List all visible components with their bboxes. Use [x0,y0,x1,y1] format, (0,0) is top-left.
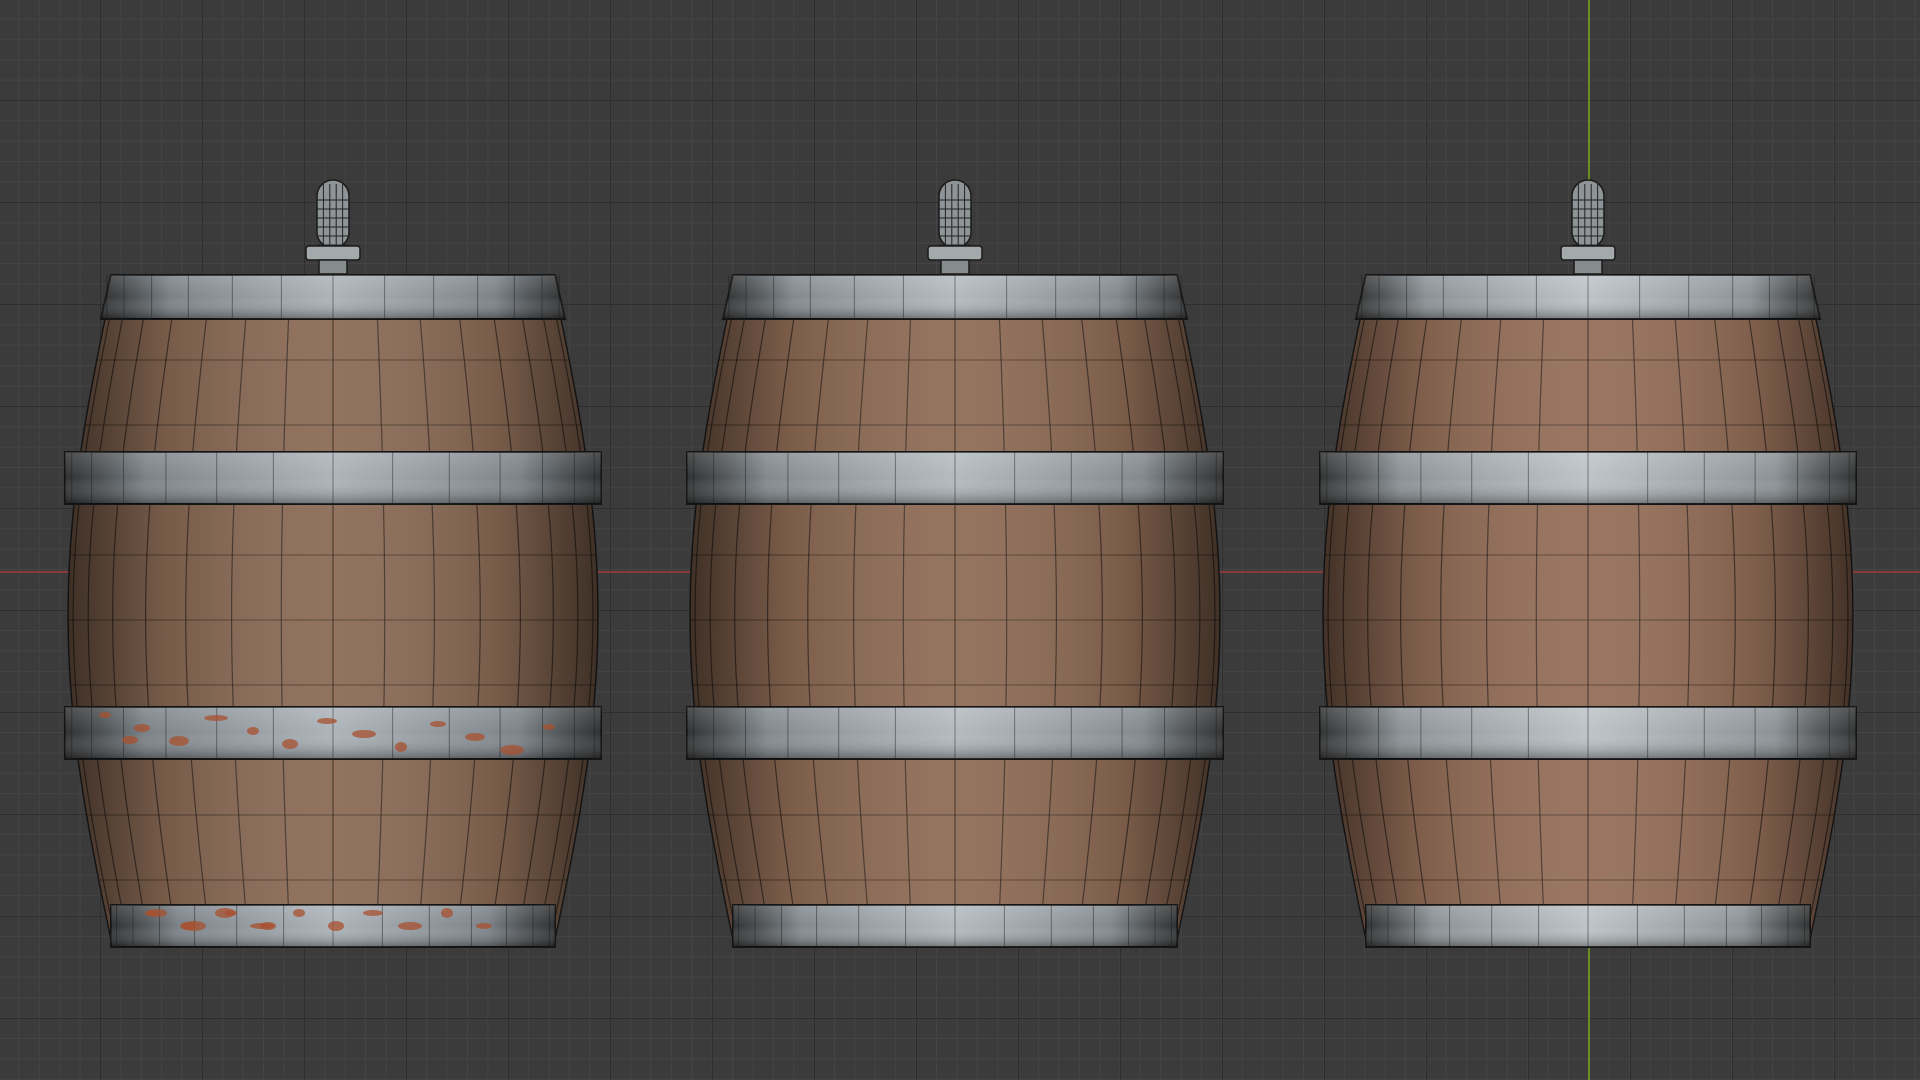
spigot-tube [938,179,972,249]
rust-spot [293,909,305,917]
spigot-icon [305,179,361,275]
rust-spot [99,712,111,718]
metal-hoop [64,706,602,760]
barrel[interactable] [1319,179,1857,948]
rust-spot [225,910,237,916]
rust-spot [441,908,453,918]
rust-spot [500,745,524,755]
metal-hoop [64,451,602,505]
metal-hoop [686,451,1224,505]
spigot-base [318,259,348,275]
metal-hoop [732,904,1178,948]
spigot-flange [305,245,361,261]
metal-hoop [721,274,1189,320]
barrel[interactable] [64,179,602,948]
rust-spot [182,921,206,931]
rust-spot [352,730,376,738]
rust-spot [169,736,189,746]
rust-spot [328,921,344,931]
rust-spot [317,718,337,724]
metal-hoop [1365,904,1811,948]
viewport-scene [0,0,1920,1080]
rust-spot [282,739,298,749]
spigot-flange [1560,245,1616,261]
barrel-group [64,179,1857,948]
rust-spot [122,736,138,744]
metal-hoop [686,706,1224,760]
rust-spot [476,923,492,929]
rust-spot [260,922,276,930]
3d-viewport[interactable] [0,0,1920,1080]
spigot-base [1573,259,1603,275]
metal-hoop [1319,451,1857,505]
rust-spot [430,721,446,727]
barrel[interactable] [686,179,1224,948]
rust-spot [398,922,422,930]
body-shading [1323,290,1853,940]
metal-hoop [1319,706,1857,760]
rust-spot [204,715,228,721]
rust-spot [147,909,167,917]
rust-spot [247,727,259,735]
spigot-tube [1571,179,1605,249]
spigot-tube [316,179,350,249]
spigot-base [940,259,970,275]
body-shading [690,290,1220,940]
metal-hoop [110,904,556,948]
metal-hoop [1354,274,1822,320]
spigot-icon [1560,179,1616,275]
rust-spot [363,910,383,916]
metal-hoop [99,274,567,320]
spigot-icon [927,179,983,275]
rust-spot [134,724,150,732]
rust-spot [465,733,485,741]
rust-spot [543,724,555,730]
body-shading [68,290,598,940]
rust-spot [395,742,407,752]
spigot-flange [927,245,983,261]
